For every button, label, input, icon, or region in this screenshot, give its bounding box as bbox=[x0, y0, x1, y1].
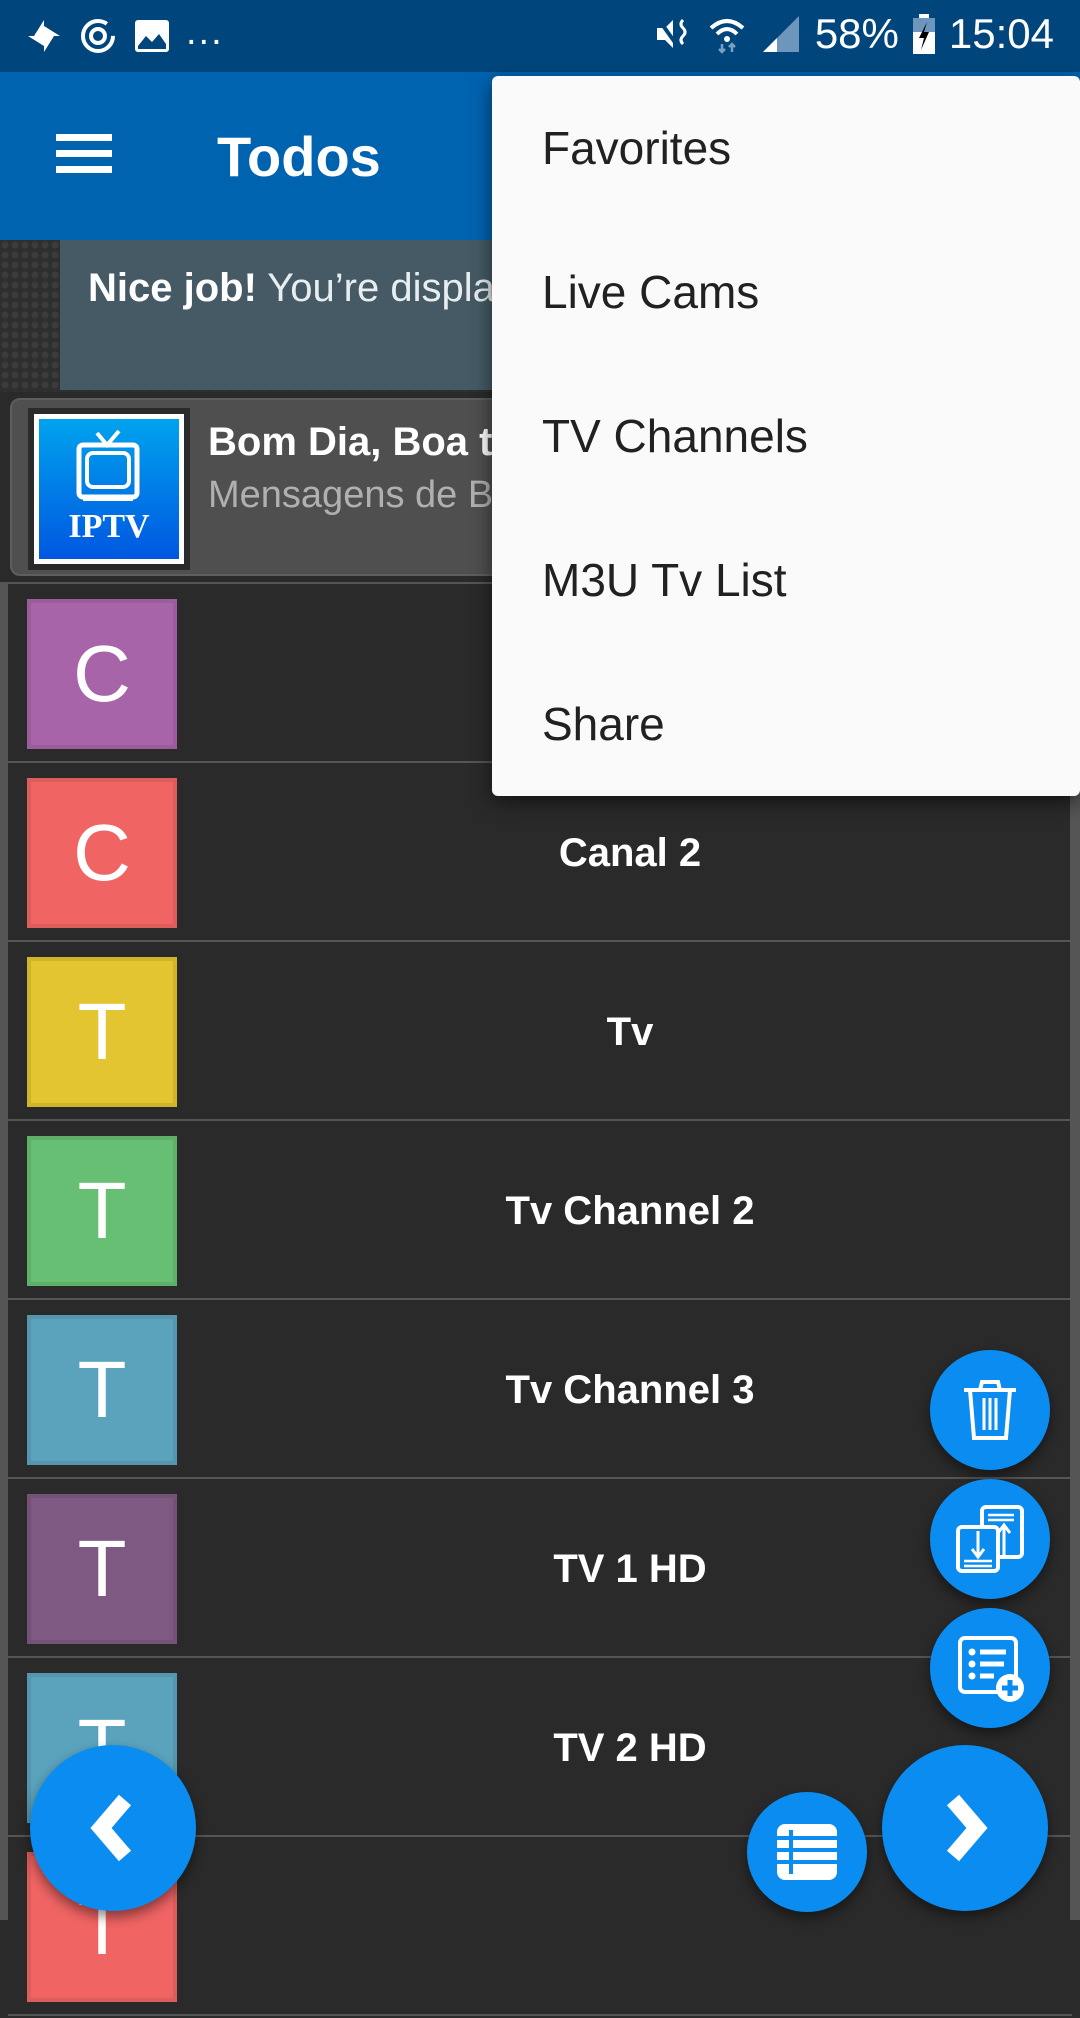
channel-name: Tv bbox=[606, 1010, 654, 1054]
menu-item-m3u-tv-list[interactable]: M3U Tv List bbox=[492, 508, 1080, 652]
pinwheel-icon bbox=[28, 20, 60, 52]
ad-text-bold: Nice job! bbox=[88, 266, 257, 310]
hamburger-menu-icon[interactable] bbox=[56, 134, 112, 174]
mute-vibrate-icon bbox=[656, 18, 687, 50]
next-button[interactable] bbox=[882, 1745, 1048, 1911]
page-title: Todos bbox=[217, 125, 381, 188]
channel-row[interactable]: T Tv Channel 2 bbox=[8, 1119, 1072, 1300]
menu-item-favorites[interactable]: Favorites bbox=[492, 76, 1080, 220]
channel-avatar: T bbox=[27, 1136, 177, 1286]
import-export-button[interactable] bbox=[930, 1479, 1050, 1599]
list-view-icon bbox=[777, 1824, 837, 1880]
overflow-menu: Favorites Live Cams TV Channels M3U Tv List… bbox=[492, 76, 1080, 796]
add-list-button[interactable] bbox=[930, 1608, 1050, 1728]
channel-row[interactable]: T Tv bbox=[8, 940, 1072, 1121]
channel-avatar: T bbox=[27, 957, 177, 1107]
more-notifications: ... bbox=[186, 10, 224, 53]
menu-item-live-cams[interactable]: Live Cams bbox=[492, 220, 1080, 364]
signal-icon bbox=[762, 16, 799, 52]
sync-icon bbox=[81, 19, 115, 53]
list-view-button[interactable] bbox=[747, 1792, 867, 1912]
delete-button[interactable] bbox=[930, 1350, 1050, 1470]
promo-logo: IPTV bbox=[28, 408, 190, 570]
menu-item-tv-channels[interactable]: TV Channels bbox=[492, 364, 1080, 508]
previous-button[interactable] bbox=[30, 1745, 196, 1911]
channel-row[interactable]: T Tv Channel 3 bbox=[8, 1298, 1072, 1479]
status-bar: ... 58% 15:04 bbox=[0, 0, 1080, 72]
channel-avatar: T bbox=[27, 1315, 177, 1465]
promo-logo-text: IPTV bbox=[68, 508, 150, 545]
list-left-border bbox=[0, 582, 8, 1920]
battery-percent: 58% bbox=[814, 10, 899, 57]
channel-avatar: C bbox=[27, 778, 177, 928]
clock: 15:04 bbox=[948, 10, 1054, 57]
swap-lists-icon bbox=[956, 1505, 1024, 1573]
chevron-left-icon bbox=[90, 1794, 132, 1862]
trash-icon bbox=[964, 1380, 1016, 1440]
channel-name: Tv Channel 2 bbox=[505, 1189, 755, 1233]
chevron-right-icon bbox=[946, 1794, 988, 1862]
gallery-icon bbox=[135, 20, 169, 52]
iptv-logo-icon: IPTV bbox=[34, 414, 184, 564]
add-list-icon bbox=[958, 1636, 1024, 1702]
channel-avatar: C bbox=[27, 599, 177, 749]
channel-row[interactable]: T TV 1 HD bbox=[8, 1477, 1072, 1658]
menu-item-share[interactable]: Share bbox=[492, 652, 1080, 796]
wifi-icon bbox=[709, 19, 745, 54]
channel-avatar: T bbox=[27, 1494, 177, 1644]
battery-charging-icon bbox=[912, 14, 935, 54]
